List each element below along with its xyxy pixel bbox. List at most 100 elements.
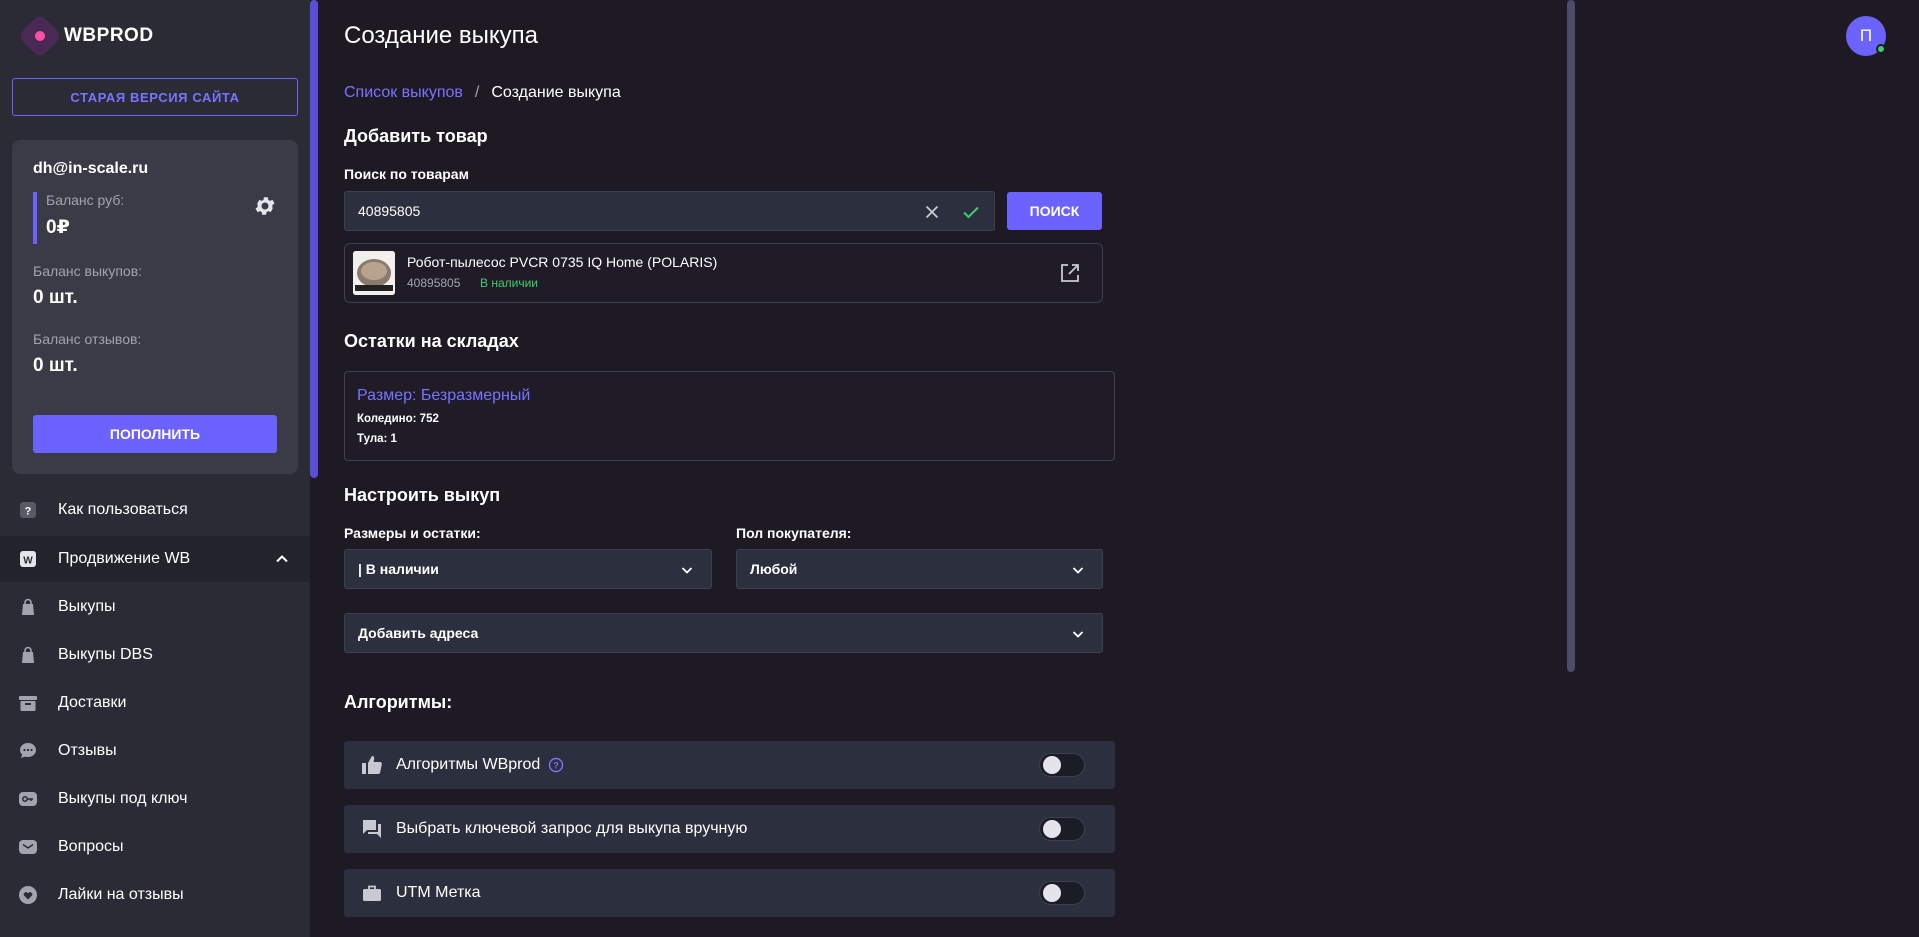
algorithm-label: Выбрать ключевой запрос для выкупа вручн… [396, 820, 748, 837]
close-icon[interactable] [922, 202, 942, 222]
balance-buyouts-value: 0 шт. [33, 287, 78, 308]
sidebar-item-label: Выкупы под ключ [58, 790, 188, 807]
sidebar-item-deliveries[interactable]: Доставки [0, 680, 310, 726]
algorithms-title: Алгоритмы: [344, 692, 453, 712]
mail-icon [18, 837, 38, 857]
breadcrumb-link-buyouts-list[interactable]: Список выкупов [344, 84, 463, 102]
breadcrumb-current: Создание выкупа [491, 84, 621, 101]
balance-buyouts: Баланс выкупов: 0 шт. [33, 263, 142, 309]
sizes-label: Размеры и остатки: [344, 525, 481, 541]
addresses-select[interactable]: Добавить адреса [344, 613, 1103, 653]
sidebar-item-label: Лайки на отзывы [58, 886, 184, 903]
addresses-select-value: Добавить адреса [358, 625, 479, 641]
warehouse-line: Коледино: 752 [357, 413, 439, 425]
account-email: dh@in-scale.ru [33, 160, 149, 177]
sidebar-item-review-likes[interactable]: Лайки на отзывы [0, 872, 310, 918]
key-icon [18, 789, 38, 809]
sidebar-item-how-to-use[interactable]: ? Как пользоваться [0, 487, 310, 533]
algorithm-label: Алгоритмы WBprod [396, 756, 541, 773]
balance-reviews-label: Баланс отзывов: [33, 331, 142, 347]
sizes-select[interactable]: | В наличии [344, 549, 712, 589]
algorithm-toggle-wbprod[interactable] [1039, 753, 1085, 777]
help-icon[interactable]: ? [548, 757, 564, 773]
product-card: Робот-пылесос PVCR 0735 IQ Home (POLARIS… [344, 243, 1103, 303]
search-input-value: 40895805 [358, 203, 421, 219]
sidebar-item-label: Вопросы [58, 838, 124, 855]
svg-text:?: ? [25, 506, 32, 518]
product-search-input[interactable]: 40895805 [344, 191, 995, 231]
sidebar-item-label: Как пользоваться [58, 501, 188, 518]
algorithm-toggle-utm[interactable] [1039, 881, 1085, 905]
warehouse-line: Тула: 1 [357, 433, 397, 445]
chevron-down-icon [1072, 567, 1084, 574]
thumbs-up-icon [360, 753, 384, 777]
sidebar-item-turnkey-buyouts[interactable]: Выкупы под ключ [0, 776, 310, 822]
algorithm-row-manual-keyword: Выбрать ключевой запрос для выкупа вручн… [344, 805, 1115, 853]
sidebar-item-label: Продвижение WB [58, 550, 191, 567]
balance-reviews-value: 0 шт. [33, 355, 78, 376]
main-content: Создание выкупа П Список выкупов / Созда… [344, 0, 1886, 937]
briefcase-icon [360, 881, 384, 905]
bag-icon [18, 645, 38, 665]
add-product-title: Добавить товар [344, 126, 488, 146]
check-icon[interactable] [961, 202, 981, 222]
topup-button[interactable]: ПОПОЛНИТЬ [33, 415, 277, 453]
wb-icon: W [18, 549, 38, 569]
warehouses-title: Остатки на складах [344, 331, 519, 351]
chevron-down-icon [681, 567, 693, 574]
balance-rub: Баланс руб: 0₽ [33, 192, 124, 244]
account-card: dh@in-scale.ru Баланс руб: 0₽ Баланс вык… [12, 140, 298, 474]
chat-bubbles-icon [360, 817, 384, 841]
product-stock-status: В наличии [480, 276, 539, 290]
breadcrumb: Список выкупов / Создание выкупа [344, 84, 621, 102]
gender-label: Пол покупателя: [736, 525, 852, 541]
main-scrollbar[interactable] [1567, 0, 1575, 672]
sidebar: WBPROD СТАРАЯ ВЕРСИЯ САЙТА dh@in-scale.r… [0, 0, 310, 937]
algorithm-row-utm: UTM Метка [344, 869, 1115, 917]
sidebar-item-buyouts-dbs[interactable]: Выкупы DBS [0, 632, 310, 678]
gender-select[interactable]: Любой [736, 549, 1103, 589]
balance-reviews: Баланс отзывов: 0 шт. [33, 331, 141, 377]
bag-icon [18, 597, 38, 617]
gear-icon[interactable] [253, 194, 277, 218]
external-link-icon[interactable] [1059, 262, 1081, 284]
archive-icon [18, 693, 38, 713]
question-icon: ? [18, 500, 38, 520]
svg-text:W: W [23, 556, 33, 567]
sidebar-item-label: Отзывы [58, 742, 117, 759]
logo[interactable]: WBPROD [17, 13, 154, 59]
chevron-down-icon [1072, 631, 1084, 638]
sidebar-item-questions[interactable]: Вопросы [0, 824, 310, 870]
gender-select-value: Любой [750, 561, 798, 577]
page-title: Создание выкупа [344, 22, 539, 49]
sidebar-item-label: Выкупы DBS [58, 646, 153, 663]
search-label: Поиск по товарам [344, 166, 469, 182]
sidebar-item-reviews[interactable]: Отзывы [0, 728, 310, 774]
sidebar-scrollbar[interactable] [310, 0, 318, 478]
breadcrumb-separator: / [474, 84, 480, 101]
configure-title: Настроить выкуп [344, 485, 501, 505]
search-button[interactable]: ПОИСК [1007, 192, 1102, 230]
stock-size-label: Размер: Безразмерный [357, 387, 531, 404]
logo-icon [17, 13, 63, 59]
svg-text:?: ? [554, 761, 560, 771]
product-name: Робот-пылесос PVCR 0735 IQ Home (POLARIS… [407, 254, 718, 270]
balance-buyouts-label: Баланс выкупов: [33, 263, 143, 279]
algorithm-row-wbprod: Алгоритмы WBprod ? [344, 741, 1115, 789]
brand-name: WBPROD [64, 25, 154, 46]
balance-rub-label: Баланс руб: [46, 192, 125, 208]
warehouse-stock-box: Размер: Безразмерный Коледино: 752 Тула:… [344, 371, 1115, 461]
sidebar-item-label: Выкупы [58, 598, 116, 615]
chevron-up-icon[interactable] [274, 551, 290, 567]
sidebar-item-label: Доставки [58, 694, 127, 711]
algorithm-toggle-manual-keyword[interactable] [1039, 817, 1085, 841]
old-version-button[interactable]: СТАРАЯ ВЕРСИЯ САЙТА [12, 78, 298, 116]
product-sku: 40895805 [407, 276, 461, 290]
sizes-select-value: | В наличии [358, 561, 439, 577]
sidebar-item-promotion-wb[interactable]: W Продвижение WB [0, 536, 310, 582]
chat-icon [18, 741, 38, 761]
sidebar-item-buyouts[interactable]: Выкупы [0, 584, 310, 630]
product-thumbnail [353, 251, 395, 295]
heart-icon [18, 885, 38, 905]
algorithm-label: UTM Метка [396, 884, 481, 901]
